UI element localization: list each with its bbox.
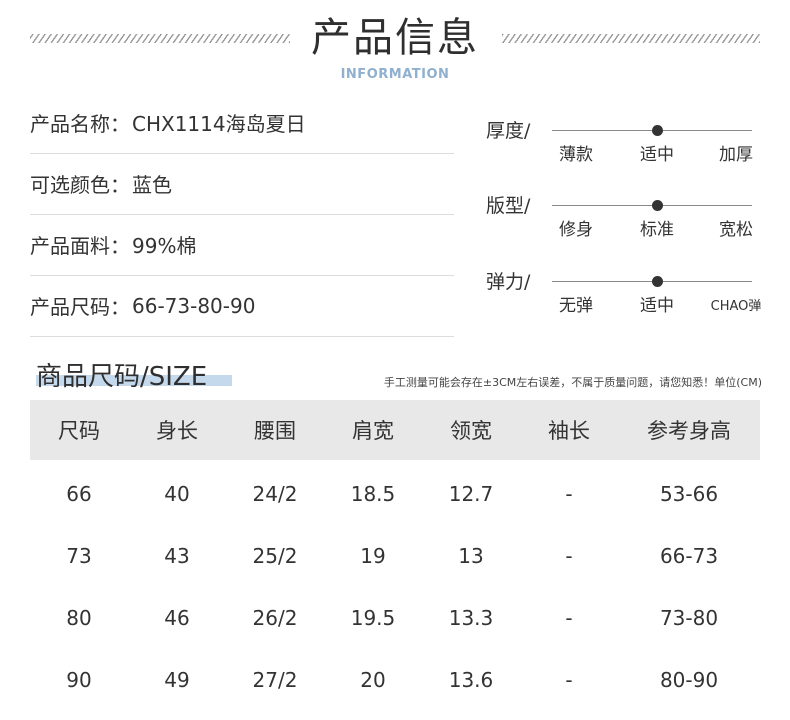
table-cell: 13.6 (448, 668, 494, 692)
scale-option: CHAO弹 (710, 299, 762, 314)
scale-label: 弹力/ (486, 271, 531, 293)
info-value: CHX1114海岛夏日 (132, 112, 306, 136)
scale-option: 标准 (640, 220, 674, 240)
column-header: 腰围 (226, 400, 324, 460)
column-header: 肩宽 (324, 400, 422, 460)
table-cell: 53-66 (659, 482, 719, 506)
table-cell: 12.7 (448, 482, 494, 506)
size-title-text: 商品尺码/SIZE (36, 362, 208, 392)
table-cell: 80-90 (659, 668, 719, 692)
scale-marker (652, 125, 663, 136)
table-cell: 20 (360, 668, 386, 692)
table-cell: 43 (164, 544, 190, 568)
table-cell: 66-73 (659, 544, 719, 568)
table-cell: - (565, 606, 573, 630)
table-cell: 26/2 (252, 606, 298, 630)
table-row: 80 46 26/2 19.5 13.3 - 73-80 (30, 587, 760, 649)
page-subtitle: INFORMATION (340, 67, 450, 82)
table-cell: - (565, 544, 573, 568)
scale-thickness: 厚度/ 薄款 适中 加厚 (486, 116, 766, 176)
size-table: 尺码 身长 腰围 肩宽 领宽 袖长 参考身高 66 40 24/2 18.5 1… (30, 400, 760, 711)
table-cell: 18.5 (350, 482, 396, 506)
table-cell: 27/2 (252, 668, 298, 692)
column-header: 尺码 (30, 400, 128, 460)
scale-option: 适中 (640, 145, 674, 165)
table-cell: 73-80 (659, 606, 719, 630)
table-header-row: 尺码 身长 腰围 肩宽 领宽 袖长 参考身高 (30, 400, 760, 460)
info-row-color: 可选颜色： 蓝色 (30, 153, 454, 215)
scale-option: 宽松 (719, 220, 753, 240)
table-cell: 19.5 (350, 606, 396, 630)
size-section-title: 商品尺码/SIZE (36, 356, 232, 393)
table-cell: 40 (164, 482, 190, 506)
scale-fit: 版型/ 修身 标准 宽松 (486, 191, 766, 251)
title-divider-right (502, 34, 760, 43)
scale-option: 修身 (559, 220, 593, 240)
column-header: 领宽 (422, 400, 520, 460)
table-cell: - (565, 482, 573, 506)
info-label: 产品尺码： (30, 295, 130, 319)
scale-label: 厚度/ (486, 120, 531, 142)
table-row: 66 40 24/2 18.5 12.7 - 53-66 (30, 460, 760, 525)
table-row: 73 43 25/2 19 13 - 66-73 (30, 525, 760, 587)
info-label: 产品名称： (30, 112, 130, 136)
info-row-fabric: 产品面料： 99%棉 (30, 214, 454, 276)
table-cell: 13.3 (448, 606, 494, 630)
table-cell: 80 (66, 606, 92, 630)
scale-marker (652, 276, 663, 287)
scale-option: 适中 (640, 296, 674, 316)
table-cell: 46 (164, 606, 190, 630)
scale-option: 加厚 (719, 145, 753, 165)
info-value: 蓝色 (132, 173, 172, 197)
table-cell: 19 (360, 544, 386, 568)
info-label: 可选颜色： (30, 173, 130, 197)
table-cell: 90 (66, 668, 92, 692)
scale-option: 薄款 (559, 145, 593, 165)
table-cell: 13 (458, 544, 484, 568)
info-value: 99%棉 (132, 234, 197, 258)
table-row: 90 49 27/2 20 13.6 - 80-90 (30, 649, 760, 711)
column-header: 袖长 (520, 400, 618, 460)
table-cell: 25/2 (252, 544, 298, 568)
scale-option: 无弹 (559, 296, 593, 316)
table-cell: - (565, 668, 573, 692)
column-header: 参考身高 (618, 400, 760, 460)
table-cell: 24/2 (252, 482, 298, 506)
info-row-name: 产品名称： CHX1114海岛夏日 (30, 92, 454, 154)
scale-marker (652, 200, 663, 211)
table-cell: 49 (164, 668, 190, 692)
info-label: 产品面料： (30, 234, 130, 258)
title-divider-left (30, 34, 290, 43)
scale-elasticity: 弹力/ 无弹 适中 CHAO弹 (486, 267, 766, 327)
info-value: 66-73-80-90 (132, 293, 256, 318)
measurement-note: 手工测量可能会存在±3CM左右误差，不属于质量问题，请您知悉！单位(CM) (383, 376, 762, 389)
table-cell: 66 (66, 482, 92, 506)
scale-label: 版型/ (486, 195, 531, 217)
column-header: 身长 (128, 400, 226, 460)
page-title: 产品信息 (311, 15, 479, 61)
table-cell: 73 (66, 544, 92, 568)
info-row-size: 产品尺码： 66-73-80-90 (30, 275, 454, 337)
